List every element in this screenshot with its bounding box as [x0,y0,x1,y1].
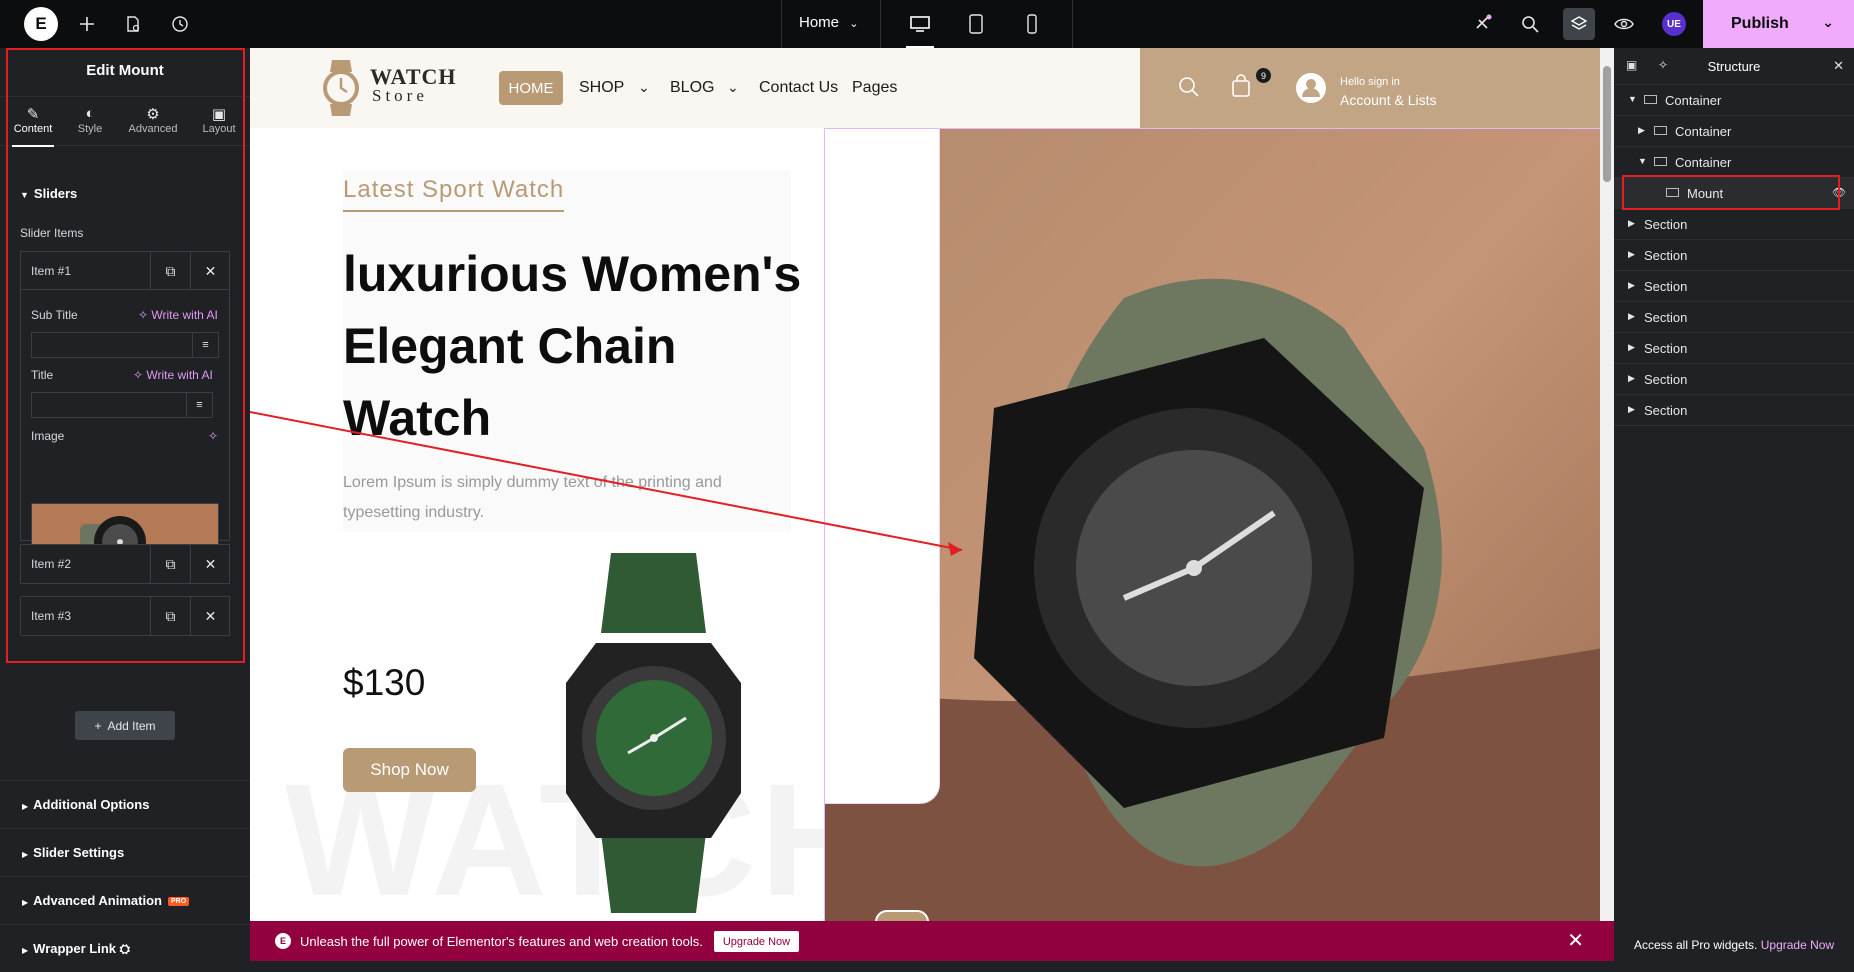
hero-subtitle: Latest Sport Watch [343,176,565,212]
group-slider-settings[interactable]: ▶ Slider Settings [0,828,250,876]
top-bar: E Home ⌄ UE Publish ⌄ [0,0,1854,48]
structure-layers-icon[interactable] [1563,8,1595,40]
canvas-scrollbar-thumb[interactable] [1603,66,1611,182]
caret-right-icon: ▶ [22,802,29,811]
history-icon[interactable] [166,10,194,38]
caret-right-icon: ▶ [22,850,29,859]
nav-contact[interactable]: Contact Us [759,79,838,97]
promo-bar: E Unleash the full power of Elementor's … [250,921,1614,961]
mobile-view-icon[interactable] [1016,10,1048,38]
highlight-box [1622,175,1840,210]
group-additional-options[interactable]: ▶ Additional Options [0,780,250,828]
elementor-icon: E [275,933,291,949]
preview-eye-icon[interactable] [1610,10,1638,38]
hero-headline: luxurious Women's Elegant Chain Watch [343,246,802,446]
tree-item-section[interactable]: ▶ Section [1614,271,1854,302]
add-item-button[interactable]: + Add Item [75,711,175,740]
watch-logo-icon [323,60,359,116]
add-element-icon[interactable] [73,10,101,38]
group-advanced-animation[interactable]: ▶ Advanced Animation PRO [0,876,250,924]
hero-description: Lorem Ipsum is simply dummy text of the … [343,474,722,521]
chevron-down-icon[interactable]: ⌄ [638,79,650,96]
notifications-icon[interactable] [1469,10,1497,38]
upgrade-now-button[interactable]: Upgrade Now [714,931,799,952]
hello-text: Hello sign in [1340,76,1400,88]
nav-home[interactable]: HOME [499,71,563,105]
nav-blog[interactable]: BLOG [670,79,714,97]
tree-item-container[interactable]: ▶ Container [1614,116,1854,147]
logo-subtext: Store [372,86,428,105]
pro-badge: PRO [167,897,190,907]
publish-button[interactable]: Publish ⌄ [1703,0,1854,48]
green-watch-image [566,553,741,913]
desktop-view-icon[interactable] [904,10,936,48]
user-icon[interactable] [1295,72,1327,104]
header-account-area [1140,48,1604,128]
user-avatar[interactable]: UE [1662,12,1686,36]
caret-right-icon: ▶ [22,898,29,907]
cart-icon[interactable] [1231,74,1251,98]
pro-lock-icon: ⛭ [119,941,131,956]
structure-header: ▣ ✧ Structure ✕ [1614,48,1854,85]
nav-pages[interactable]: Pages [852,79,897,97]
tree-item-container[interactable]: ▼ Container [1614,147,1854,178]
nav-shop[interactable]: SHOP [579,79,624,97]
editor-panel: Edit Mount ✎ Content ◐ Style ⚙ Advanced ▣ La… [0,48,250,961]
structure-panel: ▣ ✧ Structure ✕ ▼ Container ▶ Container ▼ C… [1614,48,1854,961]
tree-item-container[interactable]: ▼ Container [1614,85,1854,116]
page-settings-icon[interactable] [119,10,147,38]
tree-item-section[interactable]: ▶ Section [1614,302,1854,333]
tree-item-section[interactable]: ▶ Section [1614,364,1854,395]
upgrade-now-link[interactable]: Upgrade Now [1761,938,1834,952]
tablet-view-icon[interactable] [960,10,992,38]
search-icon[interactable] [1516,10,1544,38]
tree-item-section[interactable]: ▶ Section [1614,209,1854,240]
page-selector[interactable]: Home ⌄ [799,14,858,31]
structure-title: Structure [1707,59,1761,74]
chevron-down-icon[interactable]: ⌄ [727,79,739,96]
site-header: WATCH Store HOME SHOP ⌄ BLOG ⌄ Contact U… [250,48,1604,128]
elementor-logo-icon[interactable]: E [24,7,58,41]
promo-message: Unleash the full power of Elementor's fe… [300,934,703,949]
close-icon[interactable]: ✕ [1567,928,1584,953]
shop-now-button[interactable]: Shop Now [343,748,476,792]
chevron-down-icon[interactable]: ⌄ [1822,14,1834,31]
account-link[interactable]: Account & Lists [1340,92,1437,108]
selected-widget-outline [824,128,1604,961]
search-icon[interactable] [1178,76,1200,98]
canvas-preview: WATCH Store HOME SHOP ⌄ BLOG ⌄ Contact U… [250,48,1604,961]
close-icon[interactable]: ✕ [1833,58,1844,74]
cart-count-badge: 9 [1256,68,1271,83]
group-wrapper-link[interactable]: ▶ Wrapper Link ⛭ [0,924,250,972]
pro-widgets-footer: Access all Pro widgets. Upgrade Now [1634,938,1835,952]
plus-icon: + [94,718,102,733]
hero-price: $130 [343,662,426,703]
tree-item-section[interactable]: ▶ Section [1614,395,1854,426]
highlight-box [6,48,245,663]
caret-right-icon: ▶ [22,946,29,955]
tree-item-section[interactable]: ▶ Section [1614,333,1854,364]
tree-item-section[interactable]: ▶ Section [1614,240,1854,271]
